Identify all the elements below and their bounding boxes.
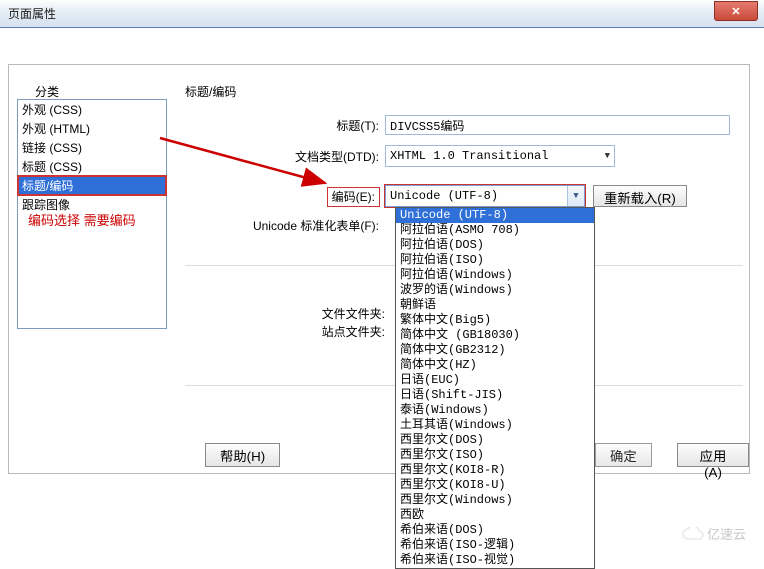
encoding-option[interactable]: 简体中文(HZ)	[396, 358, 594, 373]
normalize-label: Unicode 标准化表单(F):	[185, 217, 385, 234]
titlebar: 页面属性 ✕	[0, 0, 764, 28]
window-title: 页面属性	[8, 5, 56, 22]
encoding-label: 编码(E):	[185, 188, 385, 205]
ok-button[interactable]: 确定	[595, 443, 652, 467]
title-label: 标题(T):	[185, 117, 385, 134]
chevron-down-icon: ▼	[567, 186, 584, 206]
encoding-option[interactable]: 西里尔文(KOI8-U)	[396, 478, 594, 493]
encoding-option[interactable]: 希伯来语(DOS)	[396, 523, 594, 538]
reload-button[interactable]: 重新载入(R)	[593, 185, 687, 207]
category-item[interactable]: 链接 (CSS)	[18, 138, 166, 157]
encoding-option[interactable]: 西里尔文(DOS)	[396, 433, 594, 448]
chevron-down-icon: ▼	[605, 151, 610, 161]
encoding-value: Unicode (UTF-8)	[390, 189, 498, 203]
panel-heading: 标题/编码	[185, 83, 236, 100]
encoding-option[interactable]: 简体中文(GB2312)	[396, 343, 594, 358]
encoding-option[interactable]: 希伯来语(ISO-视觉)	[396, 553, 594, 568]
dtd-select[interactable]: XHTML 1.0 Transitional ▼	[385, 145, 615, 167]
annotation-text: 编码选择 需要编码	[28, 210, 136, 229]
encoding-dropdown-list[interactable]: Unicode (UTF-8)阿拉伯语(ASMO 708)阿拉伯语(DOS)阿拉…	[395, 207, 595, 569]
title-input[interactable]	[385, 115, 730, 135]
dtd-value: XHTML 1.0 Transitional	[390, 149, 548, 163]
encoding-option[interactable]: 西里尔文(KOI8-R)	[396, 463, 594, 478]
encoding-option[interactable]: 朝鲜语	[396, 298, 594, 313]
close-icon: ✕	[731, 5, 740, 18]
encoding-option[interactable]: 阿拉伯语(DOS)	[396, 238, 594, 253]
category-item[interactable]: 标题/编码	[18, 176, 166, 195]
encoding-option[interactable]: 西欧	[396, 508, 594, 523]
inner-frame: 分类 标题/编码 外观 (CSS)外观 (HTML)链接 (CSS)标题 (CS…	[8, 64, 750, 474]
close-button[interactable]: ✕	[714, 1, 758, 21]
dtd-label: 文档类型(DTD):	[185, 148, 385, 165]
encoding-option[interactable]: 繁体中文(Big5)	[396, 313, 594, 328]
encoding-option[interactable]: 泰语(Windows)	[396, 403, 594, 418]
encoding-option[interactable]: 阿拉伯语(ASMO 708)	[396, 223, 594, 238]
encoding-option[interactable]: 土耳其语(Windows)	[396, 418, 594, 433]
category-item[interactable]: 标题 (CSS)	[18, 157, 166, 176]
encoding-select[interactable]: Unicode (UTF-8) ▼	[385, 185, 585, 207]
watermark: 亿速云	[682, 524, 746, 543]
encoding-option[interactable]: 日语(Shift-JIS)	[396, 388, 594, 403]
apply-button[interactable]: 应用(A)	[677, 443, 749, 467]
encoding-option[interactable]: 希伯来语(ISO-逻辑)	[396, 538, 594, 553]
help-button[interactable]: 帮助(H)	[205, 443, 280, 467]
encoding-option[interactable]: 阿拉伯语(Windows)	[396, 268, 594, 283]
category-heading: 分类	[35, 83, 59, 100]
encoding-option[interactable]: 波罗的语(Windows)	[396, 283, 594, 298]
file-folder-label: 文件文件夹:	[261, 305, 385, 322]
encoding-option[interactable]: 西里尔文(Windows)	[396, 493, 594, 508]
encoding-option[interactable]: 日语(EUC)	[396, 373, 594, 388]
encoding-option[interactable]: 阿拉伯语(ISO)	[396, 253, 594, 268]
encoding-option[interactable]: 西里尔文(ISO)	[396, 448, 594, 463]
site-folder-label: 站点文件夹:	[261, 323, 385, 340]
category-item[interactable]: 外观 (HTML)	[18, 119, 166, 138]
encoding-option[interactable]: 简体中文 (GB18030)	[396, 328, 594, 343]
dialog-content: 分类 标题/编码 外观 (CSS)外观 (HTML)链接 (CSS)标题 (CS…	[0, 28, 764, 553]
category-item[interactable]: 外观 (CSS)	[18, 100, 166, 119]
encoding-option[interactable]: Unicode (UTF-8)	[396, 208, 594, 223]
